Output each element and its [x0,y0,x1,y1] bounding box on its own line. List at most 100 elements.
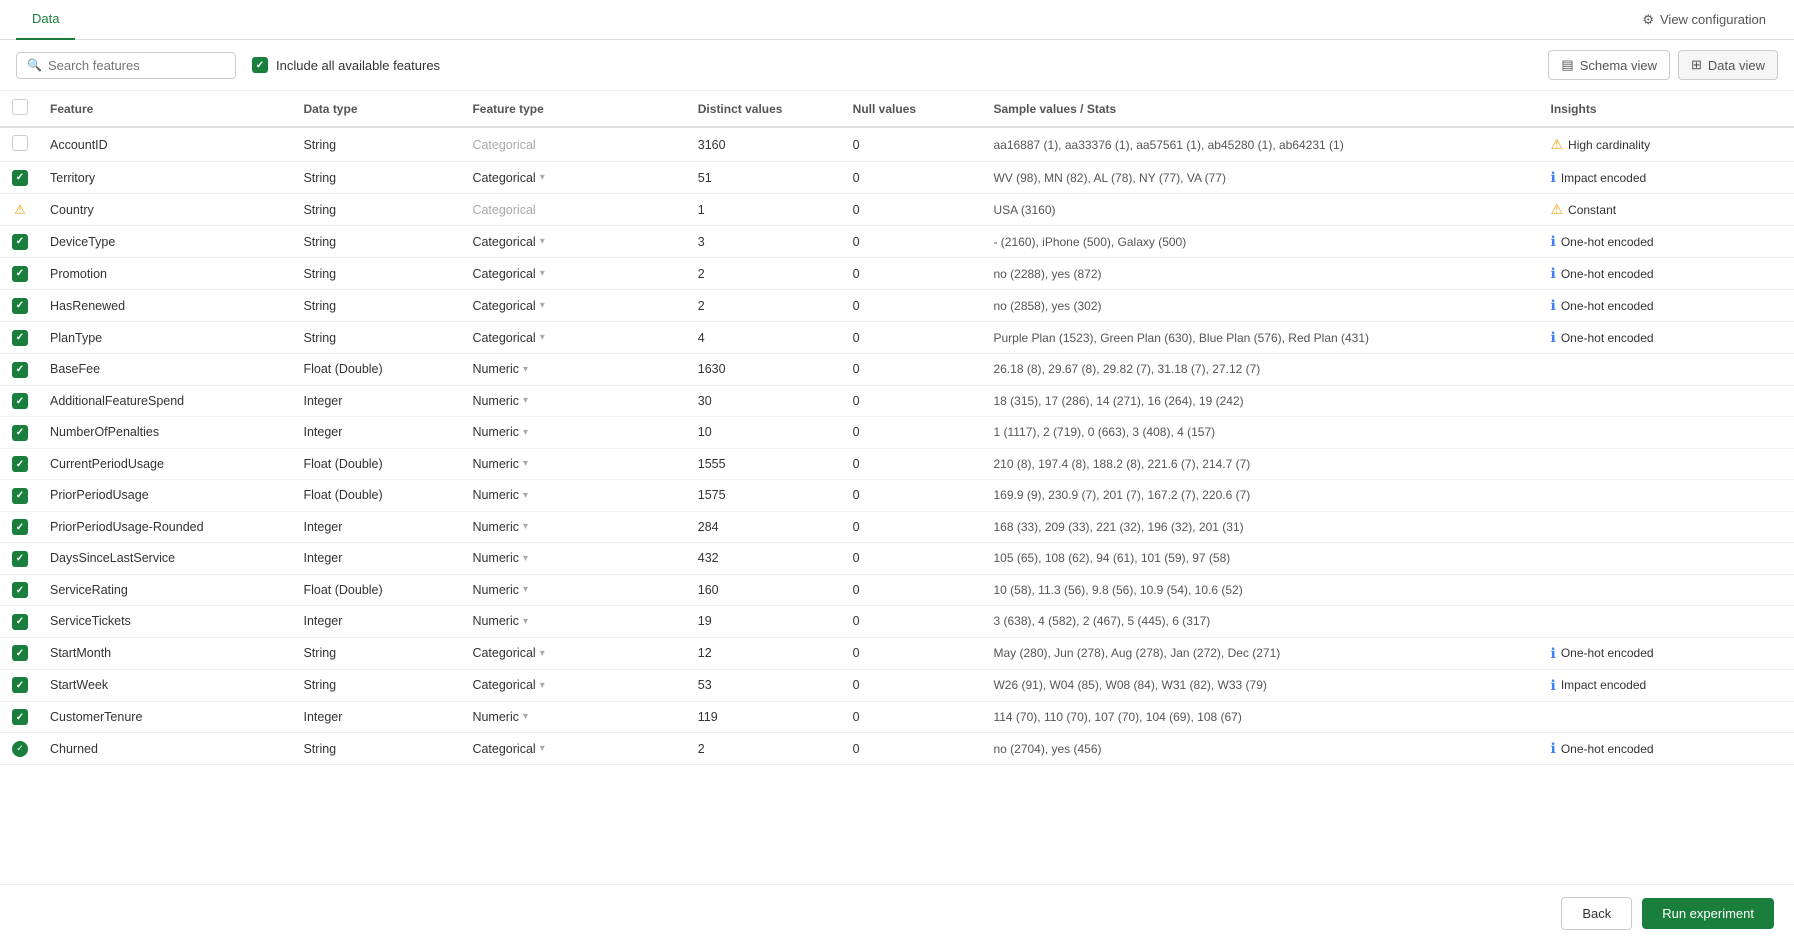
feature-name: StartWeek [50,678,108,692]
row-checkbox[interactable] [12,677,28,693]
feature-type-select[interactable]: Numeric ▾ [472,520,677,534]
row-checkbox[interactable] [12,330,28,346]
feature-name: AdditionalFeatureSpend [50,394,184,408]
row-checkbox[interactable] [12,551,28,567]
featuretype-cell: Categorical ▾ [462,637,687,669]
distinct-cell: 432 [688,543,843,575]
insights-cell: ⚠ High cardinality [1540,127,1794,162]
header-checkbox[interactable] [12,99,28,115]
table-icon: ⊞ [1691,57,1702,73]
feature-type-select[interactable]: Categorical ▾ [472,678,677,692]
distinct-value: 10 [698,425,712,439]
header-insights: Insights [1540,91,1794,127]
feature-cell: PriorPeriodUsage-Rounded [40,511,293,543]
row-checkbox[interactable] [12,362,28,378]
sample-cell: 26.18 (8), 29.67 (8), 29.82 (7), 31.18 (… [983,354,1540,386]
null-cell: 0 [843,194,984,226]
row-checkbox[interactable] [12,234,28,250]
feature-type-select[interactable]: Numeric ▾ [472,710,677,724]
view-config-button[interactable]: ⚙ View configuration [1630,6,1778,34]
toolbar-right: ▤ Schema view ⊞ Data view [1548,50,1778,80]
search-box[interactable]: 🔍 [16,52,236,79]
insight-label: One-hot encoded [1561,646,1654,660]
row-checkbox[interactable] [12,709,28,725]
table-row: AdditionalFeatureSpend Integer Numeric ▾… [0,385,1794,417]
tab-data[interactable]: Data [16,0,75,40]
row-checkbox[interactable] [12,266,28,282]
feature-name: AccountID [50,138,108,152]
datatype-cell: String [293,290,462,322]
row-checkbox[interactable] [12,645,28,661]
distinct-value: 119 [698,710,718,724]
feature-type-select[interactable]: Numeric ▾ [472,394,677,408]
row-checkbox[interactable] [12,488,28,504]
checkbox-cell [0,637,40,669]
featuretype-cell: Numeric ▾ [462,606,687,638]
insights-cell: ℹ Impact encoded [1540,162,1794,194]
include-all-checkbox[interactable] [252,57,268,73]
search-input[interactable] [48,58,225,73]
feature-type-select[interactable]: Numeric ▾ [472,488,677,502]
feature-type-select[interactable]: Numeric ▾ [472,551,677,565]
run-experiment-button[interactable]: Run experiment [1642,898,1774,929]
feature-type-select[interactable]: Numeric ▾ [472,425,677,439]
top-nav: Data ⚙ View configuration [0,0,1794,40]
datatype-cell: String [293,127,462,162]
feature-type-select[interactable]: Categorical ▾ [472,646,677,660]
sample-cell: 169.9 (9), 230.9 (7), 201 (7), 167.2 (7)… [983,480,1540,512]
table-row: ✓ Churned String Categorical ▾ 2 0 no (2… [0,733,1794,765]
row-checkbox[interactable] [12,170,28,186]
feature-type-select[interactable]: Numeric ▾ [472,614,677,628]
feature-type-select[interactable]: Categorical ▾ [472,331,677,345]
row-checkbox[interactable] [12,135,28,151]
row-checkbox[interactable] [12,614,28,630]
featuretype-cell: Categorical ▾ [462,162,687,194]
sample-cell: 105 (65), 108 (62), 94 (61), 101 (59), 9… [983,543,1540,575]
feature-type-select[interactable]: Categorical ▾ [472,235,677,249]
feature-name: DaysSinceLastService [50,551,175,565]
feature-name: NumberOfPenalties [50,425,159,439]
table-container: Feature Data type Feature type Distinct … [0,91,1794,903]
include-all-container: Include all available features [252,57,440,73]
null-cell: 0 [843,543,984,575]
datatype-cell: Float (Double) [293,448,462,480]
feature-type-select[interactable]: Numeric ▾ [472,583,677,597]
feature-type-select[interactable]: Categorical ▾ [472,299,677,313]
chevron-down-icon: ▾ [540,300,545,311]
feature-type-select[interactable]: Numeric ▾ [472,457,677,471]
datatype-value: String [303,203,336,217]
feature-type-value: Numeric [472,488,519,502]
row-checkbox[interactable] [12,582,28,598]
sample-value: W26 (91), W04 (85), W08 (84), W31 (82), … [993,678,1266,692]
table-row: StartMonth String Categorical ▾ 12 0 May… [0,637,1794,669]
datatype-cell: String [293,258,462,290]
feature-type-select[interactable]: Categorical ▾ [472,267,677,281]
row-checkbox[interactable] [12,393,28,409]
null-cell: 0 [843,606,984,638]
feature-type-select[interactable]: Categorical ▾ [472,171,677,185]
null-value: 0 [853,394,860,408]
datatype-cell: Float (Double) [293,354,462,386]
chevron-down-icon: ▾ [540,680,545,691]
insight-label: One-hot encoded [1561,331,1654,345]
sample-value: 3 (638), 4 (582), 2 (467), 5 (445), 6 (3… [993,614,1210,628]
row-checkbox[interactable] [12,519,28,535]
row-checkbox[interactable] [12,425,28,441]
featuretype-cell: Numeric ▾ [462,448,687,480]
distinct-cell: 4 [688,322,843,354]
chevron-down-icon: ▾ [540,332,545,343]
feature-type-select[interactable]: Categorical ▾ [472,742,677,756]
feature-type-value: Categorical [472,646,535,660]
insight-badge: ℹ One-hot encoded [1550,265,1784,282]
distinct-value: 4 [698,331,705,345]
insights-cell: ℹ One-hot encoded [1540,733,1794,765]
row-checkbox[interactable] [12,298,28,314]
target-checkbox[interactable]: ✓ [12,741,28,757]
back-button[interactable]: Back [1561,897,1632,930]
row-checkbox[interactable] [12,456,28,472]
feature-cell: AccountID [40,127,293,162]
config-icon: ⚙ [1642,12,1654,28]
data-view-button[interactable]: ⊞ Data view [1678,50,1778,80]
feature-type-select[interactable]: Numeric ▾ [472,362,677,376]
schema-view-button[interactable]: ▤ Schema view [1548,50,1670,80]
